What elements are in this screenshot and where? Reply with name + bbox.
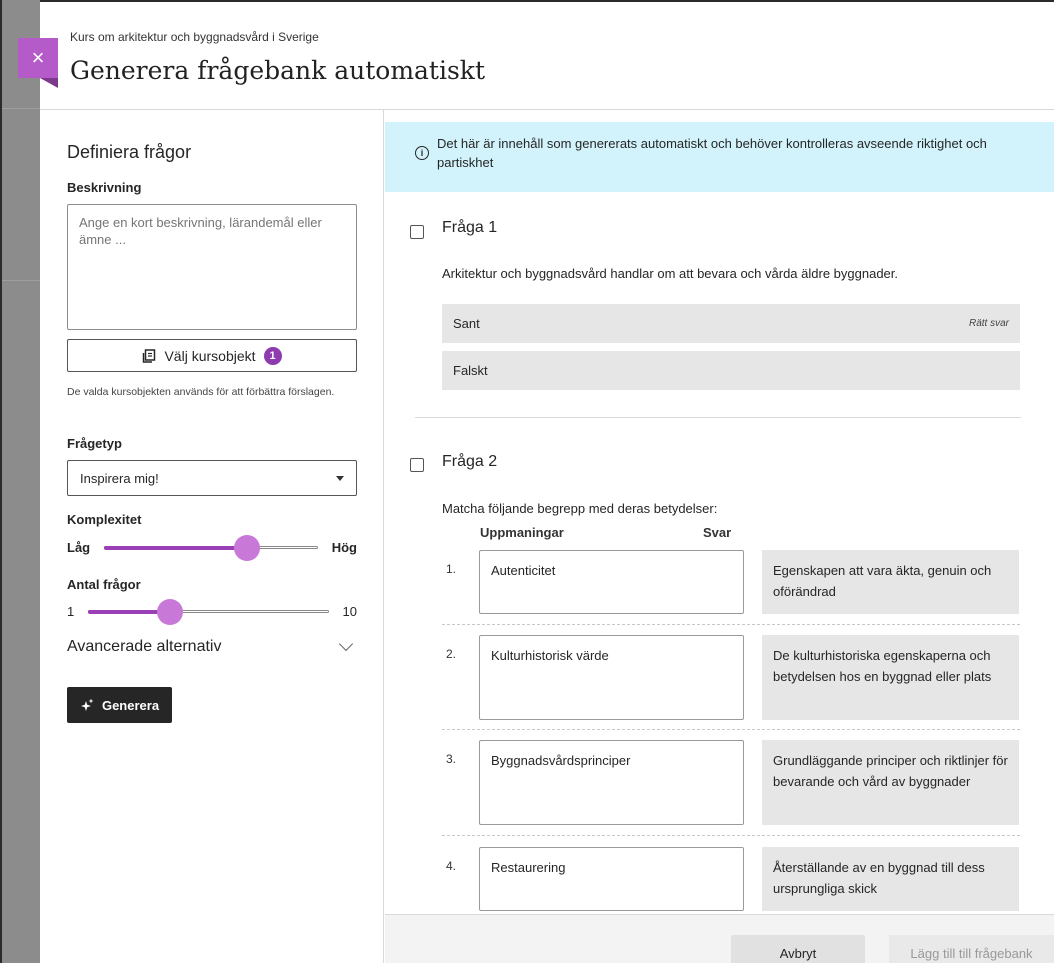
pair-number: 3. xyxy=(446,752,457,766)
question-2-title: Fråga 2 xyxy=(442,453,498,470)
slider-thumb[interactable] xyxy=(156,599,183,625)
match-answer[interactable]: De kulturhistoriska egenskaperna och bet… xyxy=(762,635,1019,720)
notice-text: Det här är innehåll som genererats autom… xyxy=(437,136,987,170)
ai-content-notice: i Det här är innehåll som genererats aut… xyxy=(385,122,1054,192)
question-count-slider-row: 1 10 xyxy=(67,599,357,625)
select-course-objects-label: Välj kursobjekt xyxy=(164,347,256,364)
answer-option-label: Falskt xyxy=(453,363,488,378)
select-course-objects-button[interactable]: Välj kursobjekt 1 xyxy=(67,339,357,372)
sparkle-icon xyxy=(80,698,94,711)
pair-number: 1. xyxy=(446,562,457,576)
answer-option-label: Sant xyxy=(453,316,480,331)
question-2-checkbox[interactable] xyxy=(410,458,424,472)
page-title: Generera frågebank automatiskt xyxy=(70,56,486,85)
generate-button[interactable]: Generera xyxy=(67,687,172,723)
question-1-text: Arkitektur och byggnadsvård handlar om a… xyxy=(442,266,898,281)
answer-option[interactable]: Falskt xyxy=(442,351,1020,390)
answer-option[interactable]: Sant Rätt svar xyxy=(442,304,1020,343)
question-type-label: Frågetyp xyxy=(67,436,122,451)
helper-text: De valda kursobjekten används för att fö… xyxy=(67,386,335,398)
pair-separator xyxy=(442,835,1020,836)
complexity-label: Komplexitet xyxy=(67,512,142,527)
background-page xyxy=(0,0,42,963)
complexity-low-label: Låg xyxy=(67,539,91,555)
match-answer[interactable]: Grundläggande principer och riktlinjer f… xyxy=(762,740,1019,825)
generate-question-bank-panel: × Kurs om arkitektur och byggnadsvård i … xyxy=(18,0,1054,963)
pair-separator xyxy=(442,729,1020,730)
document-icon xyxy=(143,348,156,363)
match-prompt[interactable]: Autenticitet xyxy=(479,550,744,614)
complexity-slider-row: Låg Hög xyxy=(67,535,357,561)
description-input[interactable] xyxy=(67,204,357,330)
match-answer[interactable]: Egenskapen att vara äkta, genuin och ofö… xyxy=(762,550,1019,614)
advanced-options-toggle[interactable]: Avancerade alternativ xyxy=(67,636,357,656)
count-max-label: 10 xyxy=(342,603,357,619)
selected-count-badge: 1 xyxy=(263,346,282,365)
question-count-slider[interactable] xyxy=(88,599,329,625)
pair-number: 4. xyxy=(446,859,457,873)
complexity-slider[interactable] xyxy=(104,535,318,561)
description-label: Beskrivning xyxy=(67,180,142,195)
question-1-title: Fråga 1 xyxy=(442,219,498,236)
complexity-high-label: Hög xyxy=(331,539,357,555)
answers-column-header: Svar xyxy=(703,525,732,540)
count-min-label: 1 xyxy=(67,603,75,619)
add-to-question-bank-button[interactable]: Lägg till till frågebank xyxy=(889,935,1054,963)
correct-answer-tag: Rätt svar xyxy=(968,318,1009,329)
question-divider xyxy=(415,417,1021,418)
question-2-text: Matcha följande begrepp med deras betyde… xyxy=(442,501,718,516)
course-name: Kurs om arkitektur och byggnadsvård i Sv… xyxy=(70,30,319,44)
generate-label: Generera xyxy=(101,697,160,713)
chevron-down-icon xyxy=(338,636,354,652)
question-1-checkbox[interactable] xyxy=(410,225,424,239)
footer-actions: Avbryt Lägg till till frågebank xyxy=(385,914,1054,963)
define-questions-column: Definiera frågor Beskrivning Välj kursob… xyxy=(40,110,384,963)
section-heading: Definiera frågor xyxy=(67,142,192,162)
pair-number: 2. xyxy=(446,647,457,661)
generated-questions-column: i Det här är innehåll som genererats aut… xyxy=(385,110,1054,963)
slider-thumb[interactable] xyxy=(234,535,261,561)
match-prompt[interactable]: Byggnadsvårdsprinciper xyxy=(479,740,744,825)
match-prompt[interactable]: Restaurering xyxy=(479,847,744,911)
match-answer[interactable]: Återställande av en byggnad till dess ur… xyxy=(762,847,1019,911)
slider-fill xyxy=(104,546,248,550)
advanced-options-label: Avancerade alternativ xyxy=(67,638,222,655)
pair-separator xyxy=(442,624,1020,625)
question-type-value: Inspirera mig! xyxy=(80,470,159,486)
info-icon: i xyxy=(415,146,429,160)
match-prompt[interactable]: Kulturhistorisk värde xyxy=(479,635,744,720)
prompts-column-header: Uppmaningar xyxy=(480,525,564,540)
caret-down-icon xyxy=(336,475,344,481)
question-type-select[interactable]: Inspirera mig! xyxy=(67,460,357,496)
panel-header: Kurs om arkitektur och byggnadsvård i Sv… xyxy=(40,2,1054,110)
question-count-label: Antal frågor xyxy=(67,577,141,592)
cancel-button[interactable]: Avbryt xyxy=(731,935,865,963)
